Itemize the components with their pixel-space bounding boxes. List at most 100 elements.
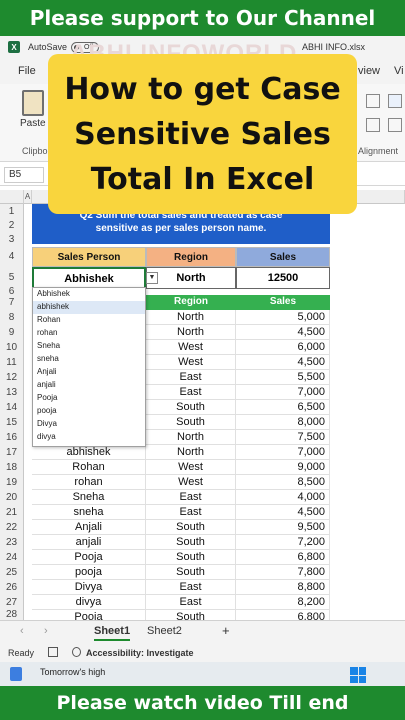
table-cell-region[interactable]: North [146,430,236,445]
row-header[interactable]: 22 [0,520,24,535]
dropdown-option[interactable]: Anjali [33,366,145,379]
table-cell-region[interactable]: East [146,385,236,400]
table-cell-sales[interactable]: 4,500 [236,355,330,370]
table-cell-sales[interactable]: 6,500 [236,400,330,415]
accessibility-icon[interactable] [72,647,81,657]
table-cell-sales[interactable]: 8,200 [236,595,330,610]
row-header[interactable]: 16 [0,430,24,445]
dropdown-option[interactable]: Rohan [33,314,145,327]
dropdown-option[interactable]: sneha [33,353,145,366]
table-cell-region[interactable]: West [146,475,236,490]
table-cell-region[interactable]: West [146,340,236,355]
column-header-a[interactable]: A [24,190,32,204]
wrap-text-icon[interactable] [366,94,380,108]
select-all-corner[interactable] [0,190,24,204]
table-cell-region[interactable]: North [146,310,236,325]
row-header[interactable]: 9 [0,325,24,340]
row-header[interactable]: 20 [0,490,24,505]
row-header[interactable]: 26 [0,580,24,595]
table-cell-person[interactable]: abhishek [32,445,146,460]
row-header[interactable]: 3 [0,232,24,247]
table-cell-region[interactable]: South [146,535,236,550]
chevron-down-icon[interactable]: ▼ [146,272,158,284]
row-header[interactable]: 24 [0,550,24,565]
table-cell-region[interactable]: East [146,505,236,520]
dropdown-option[interactable]: Pooja [33,392,145,405]
table-cell-person[interactable]: sneha [32,505,146,520]
table-cell-sales[interactable]: 7,000 [236,445,330,460]
table-cell-sales[interactable]: 7,200 [236,535,330,550]
row-header[interactable]: 17 [0,445,24,460]
align-icon[interactable] [366,118,380,132]
accessibility-status[interactable]: Accessibility: Investigate [86,648,194,658]
table-cell-region[interactable]: South [146,520,236,535]
table-cell-person[interactable]: rohan [32,475,146,490]
dropdown-option[interactable]: abhishek [33,301,145,314]
table-cell-region[interactable]: East [146,595,236,610]
table-cell-person[interactable]: anjali [32,535,146,550]
row-header[interactable]: 11 [0,355,24,370]
table-cell-region[interactable]: South [146,415,236,430]
table-cell-sales[interactable]: 8,500 [236,475,330,490]
weather-text[interactable]: Tomorrow's high [40,667,105,677]
row-header[interactable]: 21 [0,505,24,520]
dropdown-option[interactable]: pooja [33,405,145,418]
table-cell-person[interactable]: Sneha [32,490,146,505]
row-header[interactable]: 23 [0,535,24,550]
dropdown-option[interactable]: Sneha [33,340,145,353]
row-header[interactable]: 27 [0,595,24,610]
table-cell-sales[interactable]: 7,000 [236,385,330,400]
menu-view[interactable]: view [358,65,380,77]
table-cell-sales[interactable]: 9,000 [236,460,330,475]
name-box[interactable]: B5 [4,167,44,183]
table-cell-sales[interactable]: 6,800 [236,550,330,565]
dropdown-option[interactable]: Divya [33,418,145,431]
table-cell-person[interactable]: divya [32,595,146,610]
table-cell-sales[interactable]: 8,000 [236,415,330,430]
table-cell-region[interactable]: South [146,400,236,415]
add-sheet-button[interactable]: + [222,623,230,638]
dropdown-option[interactable]: rohan [33,327,145,340]
table-cell-person[interactable]: Divya [32,580,146,595]
table-cell-sales[interactable]: 7,500 [236,430,330,445]
table-cell-sales[interactable]: 7,800 [236,565,330,580]
table-cell-person[interactable]: pooja [32,565,146,580]
table-cell-sales[interactable]: 4,500 [236,505,330,520]
table-cell-sales[interactable]: 5,000 [236,310,330,325]
table-cell-person[interactable]: Anjali [32,520,146,535]
windows-start-icon[interactable] [350,667,366,683]
row-header[interactable]: 25 [0,565,24,580]
row-header[interactable]: 13 [0,385,24,400]
table-cell-person[interactable]: Rohan [32,460,146,475]
paste-button-label[interactable]: Paste [20,118,46,129]
table-cell-region[interactable]: West [146,355,236,370]
table-cell-region[interactable]: South [146,565,236,580]
table-cell-region[interactable]: East [146,580,236,595]
prev-sheet-icon[interactable]: ‹ [20,625,24,637]
table-cell-sales[interactable]: 5,500 [236,370,330,385]
table-cell-sales[interactable]: 4,500 [236,325,330,340]
next-sheet-icon[interactable]: › [44,625,48,637]
menu-file[interactable]: File [18,65,36,77]
tab-sheet1[interactable]: Sheet1 [94,625,131,641]
row-header[interactable]: 12 [0,370,24,385]
weather-icon[interactable] [10,667,22,681]
row-header[interactable]: 1 [0,204,24,219]
merge-icon[interactable] [388,94,402,108]
table-cell-region[interactable]: North [146,445,236,460]
menu-vi[interactable]: Vi [394,65,404,77]
table-cell-sales[interactable]: 4,000 [236,490,330,505]
row-header[interactable]: 4 [0,247,24,267]
row-header[interactable]: 28 [0,610,24,620]
table-cell-region[interactable]: South [146,550,236,565]
tab-sheet2[interactable]: Sheet2 [147,625,182,637]
table-cell-region[interactable]: North [146,325,236,340]
table-cell-sales[interactable]: 8,800 [236,580,330,595]
validation-dropdown-list[interactable]: Abhishek abhishek Rohan rohan Sneha sneha Anja… [32,287,146,447]
row-header[interactable]: 2 [0,219,24,232]
macro-icon[interactable] [48,647,58,657]
dropdown-option[interactable]: anjali [33,379,145,392]
dropdown-option[interactable]: Abhishek [33,288,145,301]
row-header[interactable]: 19 [0,475,24,490]
row-header[interactable]: 15 [0,415,24,430]
